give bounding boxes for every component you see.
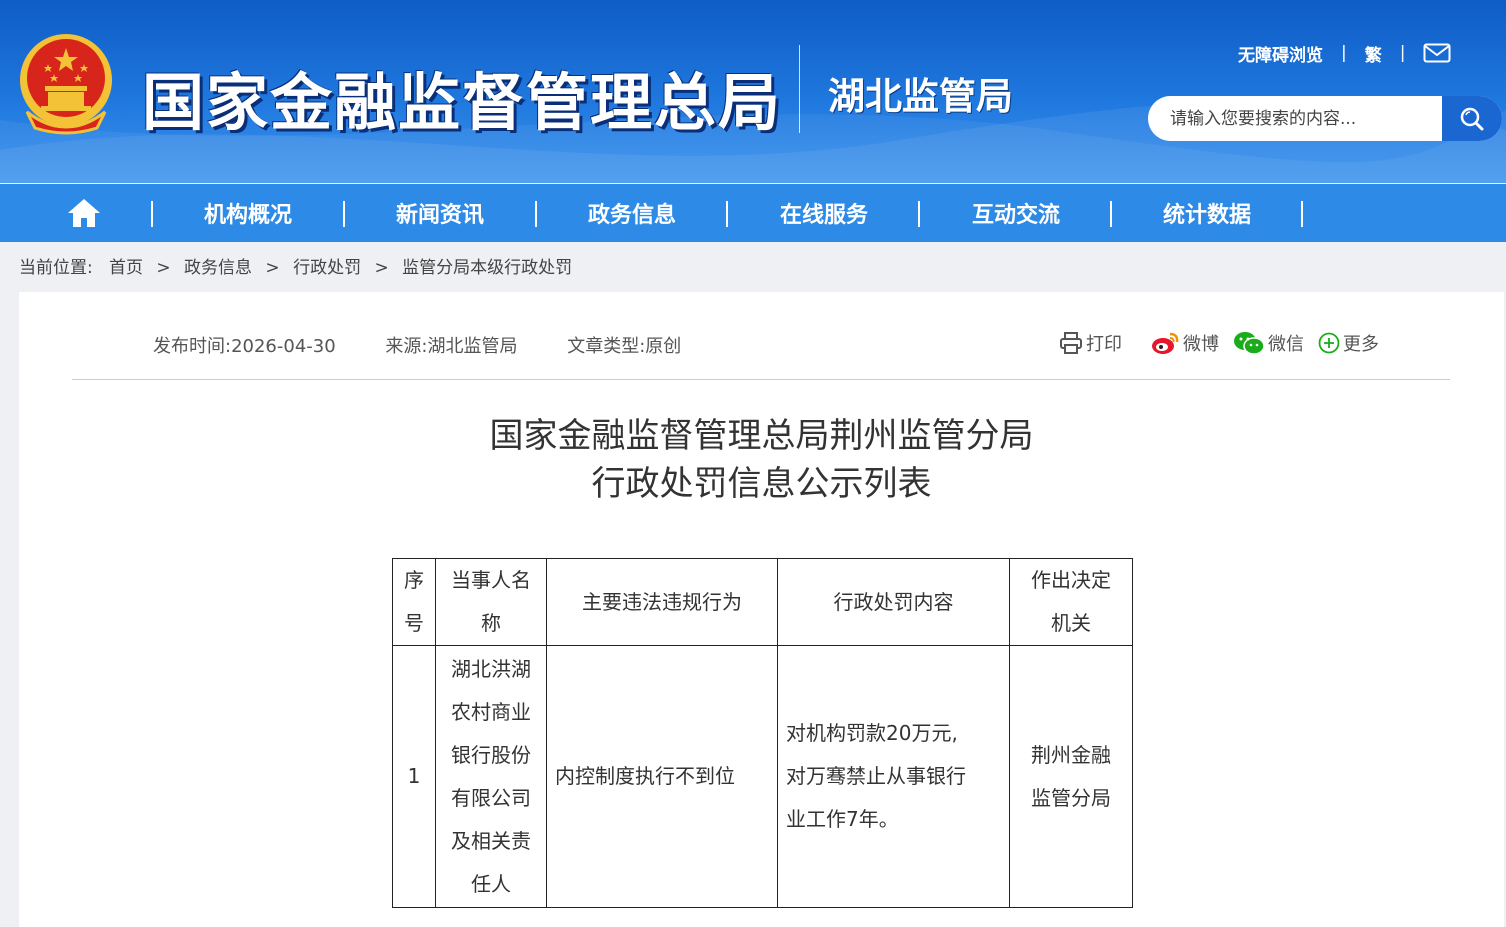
penalty-table: 序 号 当事人名 称 主要违法违规行为 行政处罚内容 作出决定 机关 1 湖北洪… xyxy=(392,558,1133,908)
nav-item-organization[interactable]: 机构概况 xyxy=(152,184,344,242)
print-button[interactable]: 打印 xyxy=(1059,330,1122,356)
nav-separator xyxy=(1301,201,1303,227)
nav-item-interaction[interactable]: 互动交流 xyxy=(920,184,1112,242)
publish-time: 发布时间:2026-04-30 xyxy=(153,336,336,357)
traditional-chinese-link[interactable]: 繁 xyxy=(1365,41,1382,66)
header-party: 当事人名 称 xyxy=(435,558,547,646)
cell-penalty: 对机构罚款20万元, 对万骞禁止从事银行 业工作7年。 xyxy=(777,645,1010,908)
weibo-icon xyxy=(1152,332,1179,354)
wechat-icon xyxy=(1234,332,1265,355)
weibo-share-button[interactable]: 微博 xyxy=(1150,330,1219,356)
header-authority: 作出决定 机关 xyxy=(1009,558,1133,646)
breadcrumb-item-branch-penalty[interactable]: 监管分局本级行政处罚 xyxy=(402,253,572,278)
breadcrumb-separator: > xyxy=(374,258,389,278)
title-divider xyxy=(799,45,800,133)
article-title-line-2: 行政处罚信息公示列表 xyxy=(591,464,932,504)
site-title: 国家金融监督管理总局 xyxy=(142,66,783,139)
meta-divider xyxy=(72,379,1450,380)
article-container: 发布时间:2026-04-30 来源:湖北监管局 文章类型:原创 打印 微博 微… xyxy=(19,292,1504,927)
nav-item-news[interactable]: 新闻资讯 xyxy=(344,184,536,242)
print-label: 打印 xyxy=(1086,334,1122,355)
breadcrumb-item-admin-penalty[interactable]: 行政处罚 xyxy=(293,253,361,278)
cell-authority: 荆州金融 监管分局 xyxy=(1009,645,1133,908)
article-title-line-1: 国家金融监督管理总局荆州监管分局 xyxy=(489,416,1034,456)
breadcrumb: 当前位置: 首页 > 政务信息 > 行政处罚 > 监管分局本级行政处罚 xyxy=(19,253,572,278)
cell-party: 湖北洪湖 农村商业 银行股份 有限公司 及相关责 任人 xyxy=(435,645,547,908)
article-type: 文章类型:原创 xyxy=(567,336,682,357)
mail-icon[interactable] xyxy=(1423,43,1451,63)
header-penalty: 行政处罚内容 xyxy=(777,558,1010,646)
link-separator: | xyxy=(1341,43,1347,63)
weibo-label: 微博 xyxy=(1183,334,1219,355)
header-seq: 序 号 xyxy=(392,558,436,646)
article-meta: 发布时间:2026-04-30 来源:湖北监管局 文章类型:原创 xyxy=(153,332,725,358)
cell-violation: 内控制度执行不到位 xyxy=(546,645,778,908)
sub-title: 湖北监管局 xyxy=(828,75,1013,118)
table-header-row: 序 号 当事人名 称 主要违法违规行为 行政处罚内容 作出决定 机关 xyxy=(392,558,1133,646)
more-label: 更多 xyxy=(1343,334,1379,355)
home-icon xyxy=(68,199,100,227)
nav-item-online-services[interactable]: 在线服务 xyxy=(728,184,920,242)
table-row: 1 湖北洪湖 农村商业 银行股份 有限公司 及相关责 任人 内控制度执行不到位 … xyxy=(392,645,1133,908)
header-violation: 主要违法违规行为 xyxy=(546,558,778,646)
breadcrumb-separator: > xyxy=(156,258,171,278)
share-toolbar: 打印 微博 微信 更多 xyxy=(1059,330,1393,356)
breadcrumb-prefix: 当前位置: xyxy=(19,258,93,278)
site-header: 国家金融监督管理总局 湖北监管局 无障碍浏览 | 繁 | xyxy=(0,0,1506,183)
nav-home[interactable] xyxy=(44,184,124,242)
nav-item-statistics[interactable]: 统计数据 xyxy=(1112,184,1302,242)
breadcrumb-item-government-info[interactable]: 政务信息 xyxy=(184,253,252,278)
breadcrumb-item-home[interactable]: 首页 xyxy=(109,253,143,278)
search-icon xyxy=(1460,107,1484,130)
wechat-label: 微信 xyxy=(1268,334,1304,355)
national-emblem-icon xyxy=(20,34,112,135)
article-title: 国家金融监督管理总局荆州监管分局 行政处罚信息公示列表 xyxy=(19,412,1504,508)
accessibility-link[interactable]: 无障碍浏览 xyxy=(1238,41,1323,66)
breadcrumb-separator: > xyxy=(265,258,280,278)
search-input[interactable] xyxy=(1148,96,1443,141)
nav-item-government-info[interactable]: 政务信息 xyxy=(536,184,728,242)
printer-icon xyxy=(1060,332,1082,354)
article-source: 来源:湖北监管局 xyxy=(385,336,518,357)
more-share-button[interactable]: 更多 xyxy=(1318,330,1379,356)
cell-seq: 1 xyxy=(392,645,436,908)
plus-circle-icon xyxy=(1318,332,1340,354)
link-separator: | xyxy=(1399,43,1406,63)
wechat-share-button[interactable]: 微信 xyxy=(1233,330,1304,356)
search-button[interactable] xyxy=(1442,96,1502,141)
main-nav: 机构概况 新闻资讯 政务信息 在线服务 互动交流 统计数据 xyxy=(0,184,1506,242)
top-links: 无障碍浏览 | 繁 | xyxy=(1238,40,1451,66)
search-box xyxy=(1148,96,1502,141)
